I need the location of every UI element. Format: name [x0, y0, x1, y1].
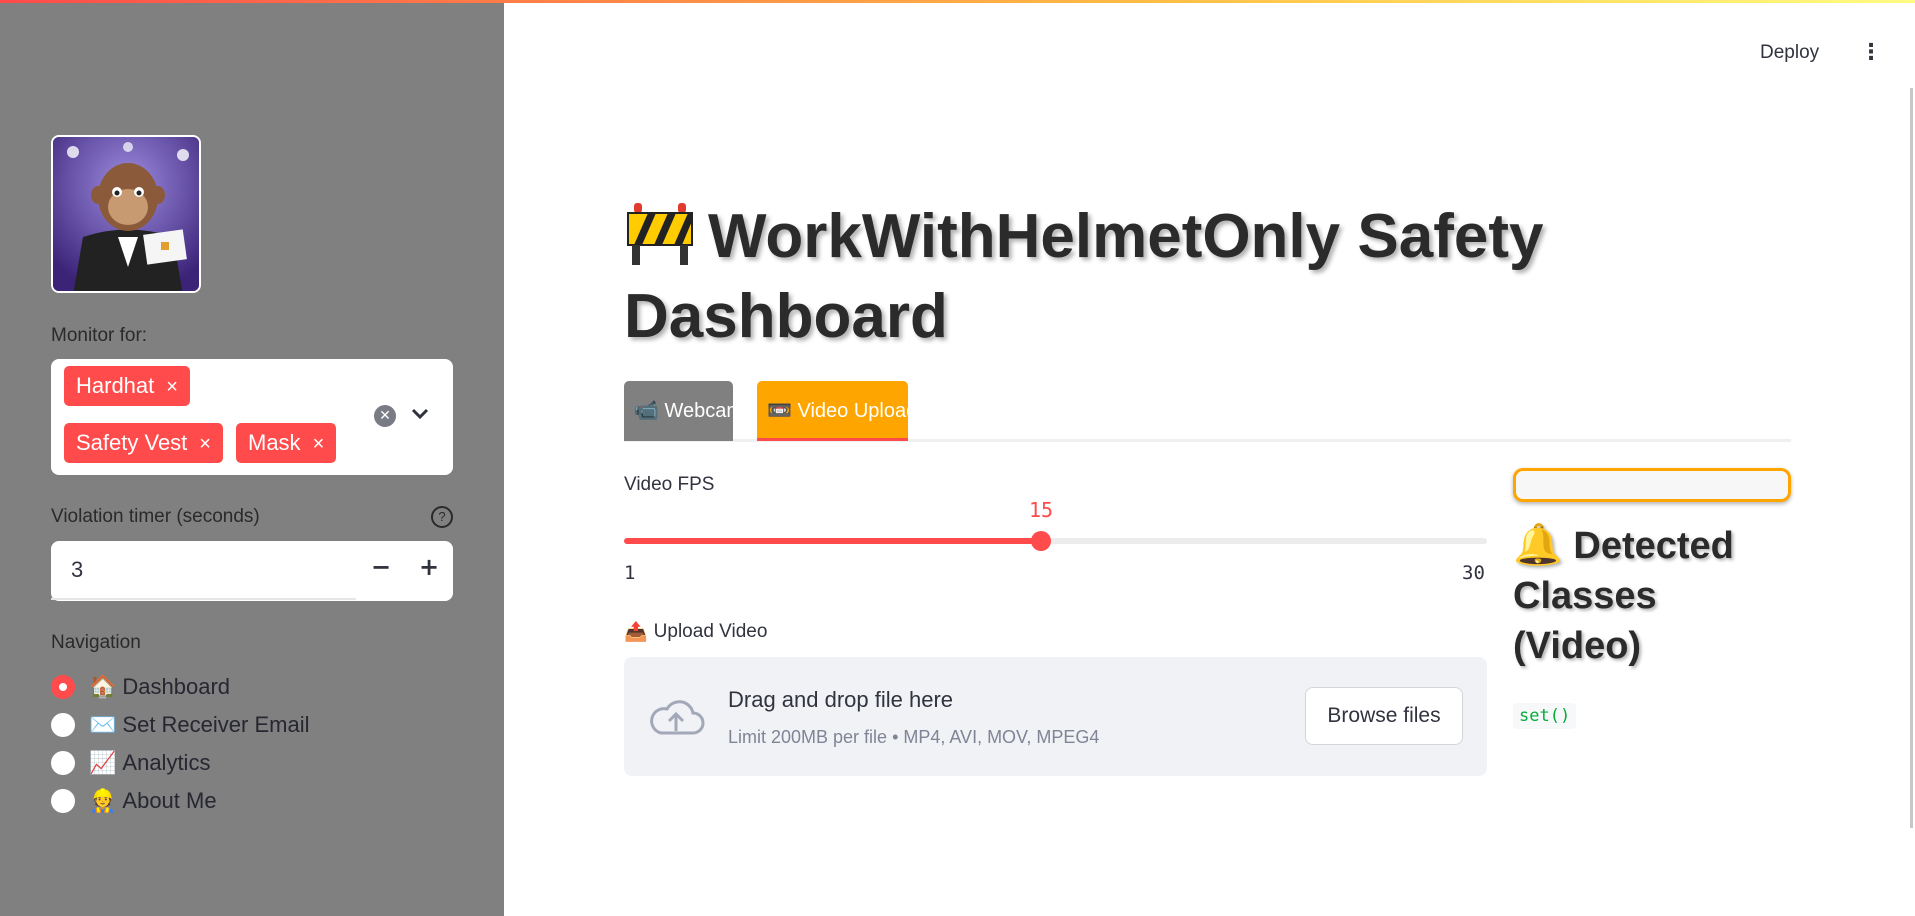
- fps-label: Video FPS: [624, 474, 715, 495]
- file-limit-text: Limit 200MB per file • MP4, AVI, MOV, MP…: [728, 727, 1100, 747]
- slider-thumb[interactable]: [1031, 531, 1051, 551]
- chip-label: Safety Vest: [76, 430, 188, 455]
- envelope-icon: ✉️: [89, 712, 117, 737]
- browse-files-button[interactable]: Browse files: [1305, 687, 1463, 745]
- nav-item-analytics[interactable]: 📈 Analytics: [51, 748, 210, 778]
- house-icon: 🏠: [89, 674, 117, 699]
- outbox-tray-icon: 📤: [624, 622, 648, 643]
- tab-label: Webcam: [664, 400, 733, 422]
- increment-button[interactable]: +: [419, 553, 439, 581]
- chip-remove-icon[interactable]: ×: [166, 376, 178, 398]
- nav-item-label: Set Receiver Email: [122, 712, 310, 737]
- nav-item-set-receiver-email[interactable]: ✉️ Set Receiver Email: [51, 710, 309, 740]
- upload-label-text: Upload Video: [653, 621, 768, 642]
- nav-item-label: Dashboard: [122, 674, 231, 699]
- videocassette-icon: 📼: [767, 400, 792, 422]
- drag-drop-text: Drag and drop file here: [728, 687, 954, 712]
- worker-icon: 👷: [89, 788, 117, 813]
- deploy-button[interactable]: Deploy: [1760, 42, 1819, 64]
- status-box: [1513, 468, 1791, 502]
- monitor-label: Monitor for:: [51, 325, 148, 346]
- navigation-label: Navigation: [51, 632, 141, 653]
- input-underline: [51, 598, 356, 600]
- chip-safety-vest[interactable]: Safety Vest ×: [64, 423, 223, 463]
- violation-timer-value[interactable]: 3: [71, 557, 83, 583]
- decrement-button[interactable]: −: [371, 553, 391, 581]
- nav-item-dashboard[interactable]: 🏠 Dashboard: [51, 672, 230, 702]
- nav-item-about-me[interactable]: 👷 About Me: [51, 786, 217, 816]
- violation-timer-label: Violation timer (seconds): [51, 506, 260, 527]
- file-dropzone[interactable]: Drag and drop file here Limit 200MB per …: [624, 657, 1487, 776]
- tab-label: Video Upload: [797, 400, 908, 422]
- radio-button[interactable]: [51, 751, 75, 775]
- radio-button[interactable]: [51, 789, 75, 813]
- slider-fill: [624, 538, 1041, 544]
- chip-label: Hardhat: [76, 373, 155, 398]
- monitor-multiselect[interactable]: Hardhat × Safety Vest × Mask × ✕: [51, 359, 453, 475]
- chevron-down-icon[interactable]: [411, 401, 429, 425]
- upload-label: 📤 Upload Video: [624, 620, 767, 644]
- main-menu-icon[interactable]: ⋮: [1860, 40, 1882, 65]
- chip-mask[interactable]: Mask ×: [236, 423, 337, 463]
- nav-item-label: About Me: [122, 788, 217, 813]
- chip-label: Mask: [248, 430, 301, 455]
- bell-icon: 🔔: [1513, 523, 1563, 567]
- radio-button[interactable]: [51, 675, 75, 699]
- cloud-upload-icon: [647, 695, 705, 739]
- scrollbar[interactable]: [1910, 88, 1913, 828]
- video-camera-icon: 📹: [634, 400, 659, 422]
- radio-button[interactable]: [51, 713, 75, 737]
- page-title: WorkWithHelmetOnly Safety Dashboard: [624, 197, 1604, 357]
- clear-icon[interactable]: ✕: [374, 405, 396, 427]
- tab-video-upload[interactable]: 📼 Video Upload: [757, 381, 908, 441]
- detected-classes-value: set(): [1513, 703, 1577, 729]
- detected-classes-heading: 🔔 Detected Classes (Video): [1513, 520, 1793, 671]
- construction-icon: [624, 199, 696, 267]
- violation-timer-input[interactable]: 3 − +: [51, 541, 453, 601]
- chart-icon: 📈: [89, 750, 117, 775]
- help-icon[interactable]: ?: [431, 506, 453, 528]
- chip-hardhat[interactable]: Hardhat ×: [64, 366, 190, 406]
- sidebar: Monitor for: Hardhat × Safety Vest × Mask ×…: [0, 0, 504, 916]
- slider-max: 30: [1462, 562, 1485, 584]
- fps-slider[interactable]: 15: [624, 498, 1487, 551]
- top-decoration-bar: [0, 0, 1915, 3]
- chip-remove-icon[interactable]: ×: [313, 433, 325, 455]
- avatar: [51, 135, 201, 293]
- page-title-text: WorkWithHelmetOnly Safety Dashboard: [624, 202, 1544, 351]
- chip-remove-icon[interactable]: ×: [199, 433, 211, 455]
- tab-webcam[interactable]: 📹 Webcam: [624, 381, 733, 441]
- nav-item-label: Analytics: [122, 750, 211, 775]
- slider-min: 1: [624, 562, 636, 584]
- slider-value: 15: [1028, 498, 1054, 522]
